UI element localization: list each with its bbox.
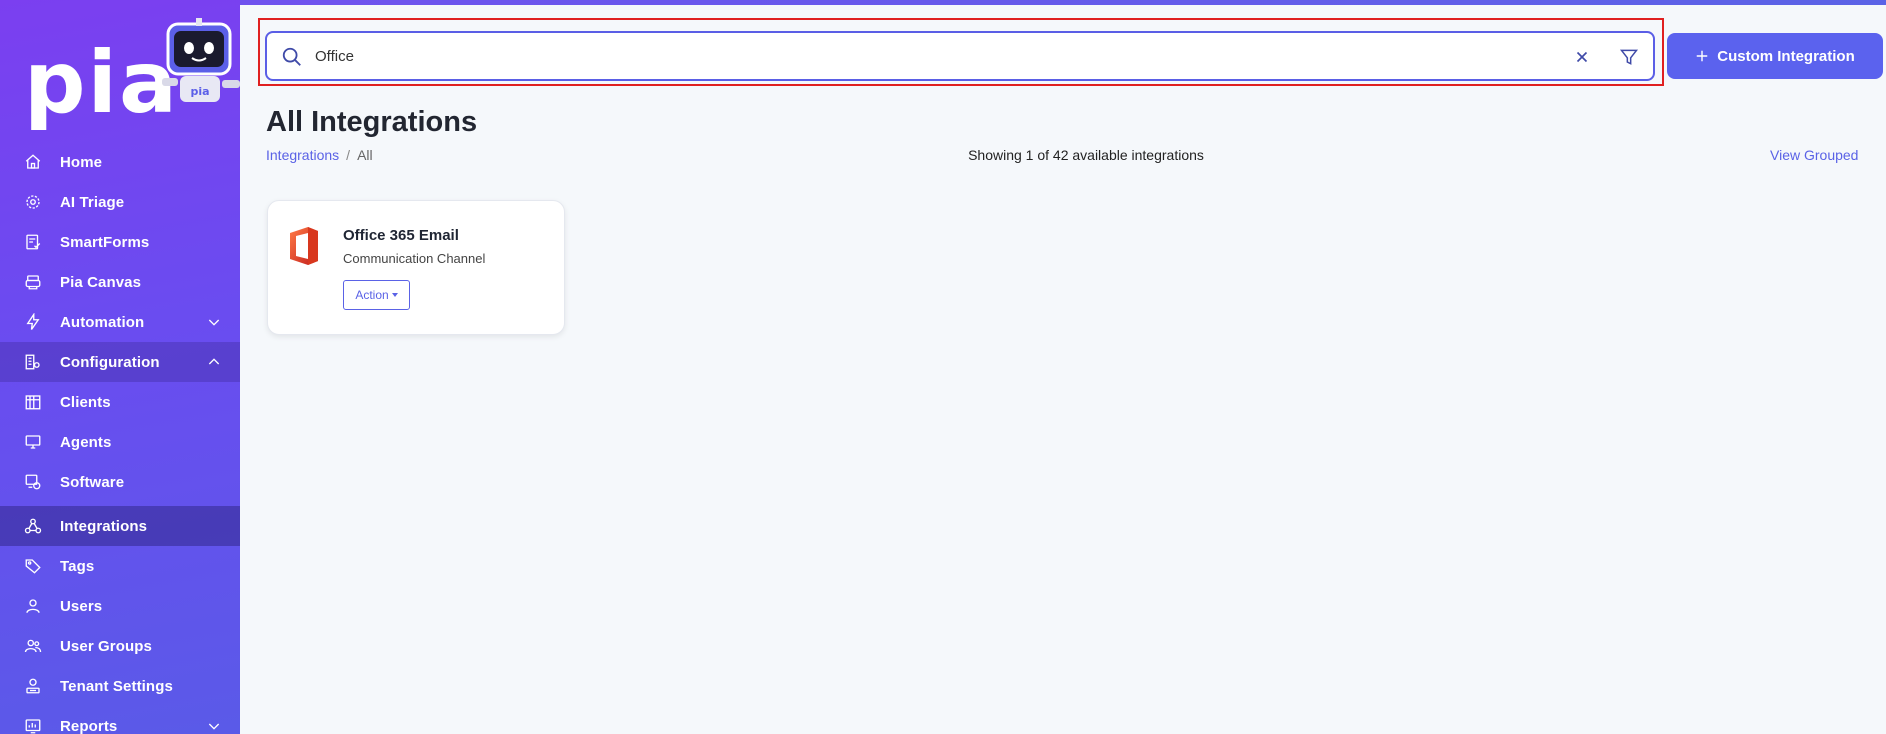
user-icon [24, 597, 42, 615]
office-logo-icon [290, 227, 318, 265]
caret-down-icon [391, 293, 398, 297]
sidebar-item-integrations[interactable]: Integrations [0, 506, 240, 546]
breadcrumb-current: All [357, 147, 373, 163]
plus-icon [1697, 50, 1708, 62]
sidebar-item-agents[interactable]: Agents [0, 422, 240, 462]
chevron-down-icon[interactable] [206, 314, 222, 330]
filter-icon[interactable] [1619, 47, 1639, 67]
sidebar-item-software[interactable]: Software [0, 462, 240, 502]
sidebar-item-ai-triage[interactable]: AI Triage [0, 182, 240, 222]
chevron-down-icon[interactable] [206, 718, 222, 734]
mascot-robot-icon: pia [162, 18, 240, 102]
chevron-up-icon[interactable] [206, 354, 222, 370]
results-count: Showing 1 of 42 available integrations [968, 147, 1204, 163]
home-icon [24, 153, 42, 171]
search-input[interactable] [315, 43, 1515, 69]
users-icon [24, 637, 42, 655]
sidebar-item-configuration[interactable]: Configuration [0, 342, 240, 382]
tag-icon [24, 557, 42, 575]
form-icon [24, 233, 42, 251]
sidebar-item-reports[interactable]: Reports [0, 706, 240, 734]
sidebar-item-pia-canvas[interactable]: Pia Canvas [0, 262, 240, 302]
bolt-icon [24, 312, 42, 331]
canvas-icon [24, 273, 42, 291]
top-accent-bar [240, 0, 1886, 5]
sidebar-item-tenant-settings[interactable]: Tenant Settings [0, 666, 240, 706]
sidebar-item-users[interactable]: Users [0, 586, 240, 626]
page-title: All Integrations [266, 106, 478, 138]
gear-icon [24, 193, 42, 211]
search-icon [282, 47, 301, 66]
integration-name: Office 365 Email [343, 227, 459, 244]
action-label: Action [355, 288, 389, 302]
software-icon [24, 473, 42, 491]
integration-category: Communication Channel [343, 251, 486, 266]
sidebar-item-user-groups[interactable]: User Groups [0, 626, 240, 666]
close-icon[interactable] [1573, 48, 1591, 66]
custom-integration-button[interactable]: Custom Integration [1667, 33, 1883, 79]
breadcrumb-integrations-link[interactable]: Integrations [266, 147, 339, 163]
sidebar-item-clients[interactable]: Clients [0, 382, 240, 422]
settings-user-icon [24, 677, 42, 695]
pia-logo[interactable]: pia [24, 40, 179, 126]
sidebar-item-smartforms[interactable]: SmartForms [0, 222, 240, 262]
sidebar: pia pia Home AI Triage SmartForms Pia Ca… [0, 0, 240, 734]
svg-text:pia: pia [190, 85, 209, 98]
integration-card[interactable]: Office 365 Email Communication Channel A… [267, 200, 565, 335]
monitor-icon [24, 433, 42, 451]
view-grouped-link[interactable]: View Grouped [1770, 147, 1858, 163]
sidebar-item-home[interactable]: Home [0, 142, 240, 182]
config-icon [24, 353, 42, 371]
report-icon [24, 717, 42, 734]
search-bar[interactable] [265, 31, 1655, 81]
sidebar-item-tags[interactable]: Tags [0, 546, 240, 586]
sidebar-item-automation[interactable]: Automation [0, 302, 240, 342]
breadcrumb-separator: / [346, 147, 351, 163]
building-icon [24, 393, 42, 411]
action-dropdown-button[interactable]: Action [343, 280, 410, 310]
breadcrumb: Integrations / All [266, 147, 373, 163]
custom-integration-label: Custom Integration [1717, 47, 1855, 65]
integrations-icon [24, 517, 42, 535]
